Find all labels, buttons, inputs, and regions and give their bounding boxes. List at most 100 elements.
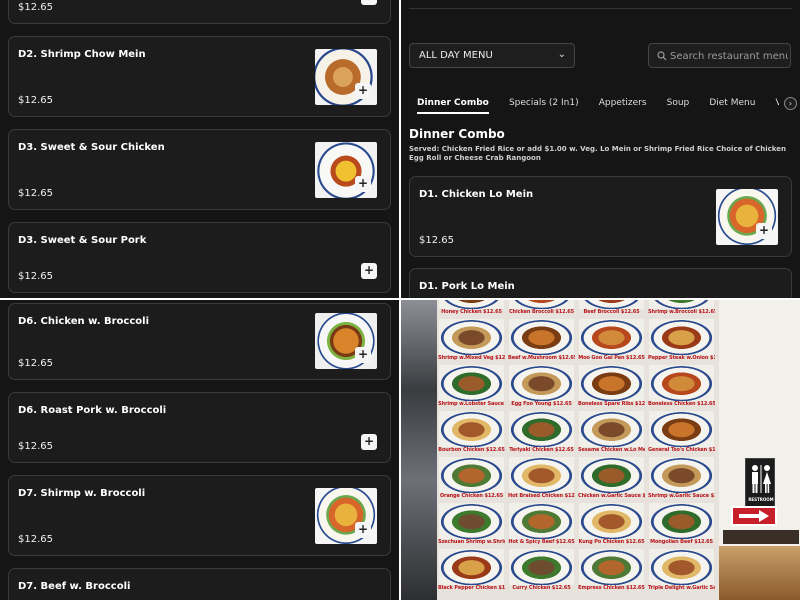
add-item-button[interactable]: + (355, 176, 371, 192)
menu-board-dish: Shrimp w.Broccoli $12.65 (648, 300, 715, 318)
menu-board-dish: Shrimp w.Mixed Veg $12.65 (438, 318, 505, 364)
add-item-button[interactable]: + (361, 0, 377, 5)
dish-photo (509, 549, 574, 585)
menu-board-dish: Chicken Broccoli $12.65 (508, 300, 575, 318)
menu-board-dish: Mongolian Beef $12.65 (648, 502, 715, 548)
add-item-button[interactable]: + (355, 347, 371, 363)
arrow-right-icon (739, 510, 769, 522)
menu-board-dish: General Tso's Chicken $12.65 (648, 410, 715, 456)
chevron-down-icon: ⌄ (557, 49, 566, 60)
menu-item-card[interactable]: D6. Chicken w. Broccoli $12.65 + (8, 303, 391, 380)
menu-item-name: D7. Shirmp w. Broccoli (18, 488, 146, 499)
dish-caption: General Tso's Chicken $12.65 (648, 447, 715, 453)
tab-specials[interactable]: Specials (2 In1) (509, 96, 579, 108)
add-item-button[interactable]: + (355, 83, 371, 99)
photo-shelf (723, 530, 799, 544)
menu-item-name: D6. Chicken w. Broccoli (18, 316, 150, 327)
restroom-icon (752, 465, 771, 493)
search-input[interactable] (670, 48, 788, 64)
menu-item-card[interactable]: D6. Roast Pork w. Broccoli $12.65 + (8, 392, 391, 463)
dish-caption: Curry Chicken $12.65 (512, 585, 571, 591)
dish-caption: Shrimp w.Broccoli $12.65 (648, 309, 715, 315)
dish-caption: Egg Foo Young $12.65 (511, 401, 572, 407)
menu-item-card[interactable]: D3. Sweet & Sour Chicken $12.65 + (8, 129, 391, 210)
dish-caption: Shrimp w.Garlic Sauce $12.65 (648, 493, 715, 499)
dish-caption: Chicken w.Garlic Sauce $12.65 (578, 493, 645, 499)
dish-caption: Mongolian Beef $12.65 (650, 539, 713, 545)
menu-board-dish: Pepper Steak w.Onion $12.65 (648, 318, 715, 364)
dish-caption: Beef Broccoli $12.65 (583, 309, 640, 315)
menu-board-dish: Boneless Spare Ribs $12.65 (578, 364, 645, 410)
add-item-button[interactable]: + (361, 434, 377, 450)
menu-item-card[interactable]: D1. Chicken Lo Mein $12.65 + (409, 176, 792, 257)
photo-counter (719, 546, 800, 600)
menu-board-dish: Empress Chicken $12.65 (578, 548, 645, 594)
dish-photo (439, 365, 504, 401)
menu-item-price: $12.65 (18, 441, 53, 452)
menu-board-dish: Shrimp w.Garlic Sauce $12.65 (648, 456, 715, 502)
menu-item-card[interactable]: D2. Shrimp Chow Mein $12.65 + (8, 36, 391, 117)
search-box[interactable] (648, 43, 791, 68)
arrow-sign (731, 506, 777, 526)
menu-item-card[interactable]: D3. Sweet & Sour Pork $12.65 + (8, 222, 391, 293)
dish-photo (649, 300, 714, 309)
dish-photo (649, 411, 714, 447)
dish-caption: Shrimp w.Mixed Veg $12.65 (438, 355, 505, 361)
dish-caption: Bourbon Chicken $12.65 (438, 447, 505, 453)
tab-soup[interactable]: Soup (667, 96, 690, 108)
divider (409, 8, 792, 9)
menu-board-dish: Shrimp w.Lobster Sauce $12.65 (438, 364, 505, 410)
tab-diet-menu[interactable]: Diet Menu (709, 96, 755, 108)
search-icon (657, 51, 667, 61)
menu-board-dish: Black Pepper Chicken $12.65 (438, 548, 505, 594)
dish-caption: Hot & Spicy Beef $12.65 (508, 539, 575, 545)
tab-appetizers[interactable]: Appetizers (599, 96, 647, 108)
menu-item-name: D3. Sweet & Sour Chicken (18, 142, 165, 153)
menu-item-card[interactable]: D7. Beef w. Broccoli (8, 568, 391, 600)
dish-caption: Teriyaki Chicken $12.65 (509, 447, 574, 453)
dish-photo (509, 300, 574, 309)
menu-item-name: D6. Roast Pork w. Broccoli (18, 405, 167, 416)
menu-list-bottom-panel: D6. Chicken w. Broccoli $12.65 + D6. Roa… (0, 300, 399, 600)
dish-caption: Beef w.Mushroom $12.65 (508, 355, 575, 361)
menu-board-dish: Bourbon Chicken $12.65 (438, 410, 505, 456)
menu-board-photo: Honey Chicken $12.65 Chicken Broccoli $12… (401, 300, 800, 600)
menu-board-dish: Chicken w.Garlic Sauce $12.65 (578, 456, 645, 502)
tab-dinner-combo[interactable]: Dinner Combo (417, 96, 489, 114)
add-item-button[interactable]: + (355, 522, 371, 538)
dish-caption: Honey Chicken $12.65 (441, 309, 502, 315)
menu-board-dish: Szechuan Shrimp w.Shrimp F.R $14.65 (438, 502, 505, 548)
menu-board-dish: Orange Chicken $12.65 (438, 456, 505, 502)
menu-board-dish: Teriyaki Chicken $12.65 (508, 410, 575, 456)
add-item-button[interactable]: + (361, 263, 377, 279)
menu-item-card-partial[interactable]: $12.65 + (8, 0, 391, 24)
menu-item-price: $12.65 (18, 95, 53, 106)
menu-item-price: $12.65 (18, 271, 53, 282)
menu-item-card[interactable]: D7. Shirmp w. Broccoli $12.65 + (8, 475, 391, 556)
add-item-button[interactable]: + (756, 223, 772, 239)
dish-caption: Sesame Chicken w.Lo Mein $14.65 (578, 447, 645, 453)
dish-caption: Boneless Spare Ribs $12.65 (578, 401, 645, 407)
restroom-sign-label: RESTROOM (748, 497, 774, 502)
menu-board-dish: Curry Chicken $12.65 (508, 548, 575, 594)
dish-caption: Pepper Steak w.Onion $12.65 (648, 355, 715, 361)
menu-item-name: D2. Shrimp Chow Mein (18, 49, 146, 60)
dish-caption: Szechuan Shrimp w.Shrimp F.R $14.65 (438, 539, 505, 545)
menu-item-price: $12.65 (18, 358, 53, 369)
dish-caption: Chicken Broccoli $12.65 (508, 309, 575, 315)
menu-item-card[interactable]: D1. Pork Lo Mein (409, 268, 792, 298)
dish-photo (439, 549, 504, 585)
dish-photo (649, 549, 714, 585)
dish-photo (439, 411, 504, 447)
dish-photo (439, 300, 504, 309)
menu-board-dish: Beef w.Mushroom $12.65 (508, 318, 575, 364)
menu-item-price: $12.65 (18, 2, 53, 13)
menu-select-dropdown[interactable]: ALL DAY MENU ⌄ (409, 43, 575, 68)
menu-item-price: $12.65 (18, 534, 53, 545)
chevron-right-icon[interactable]: › (784, 97, 797, 110)
dish-photo (439, 319, 504, 355)
dish-photo (439, 503, 504, 539)
tab-partial[interactable]: V (776, 96, 779, 108)
menu-select-value: ALL DAY MENU (419, 50, 493, 61)
menu-board-dish: Sesame Chicken w.Lo Mein $14.65 (578, 410, 645, 456)
